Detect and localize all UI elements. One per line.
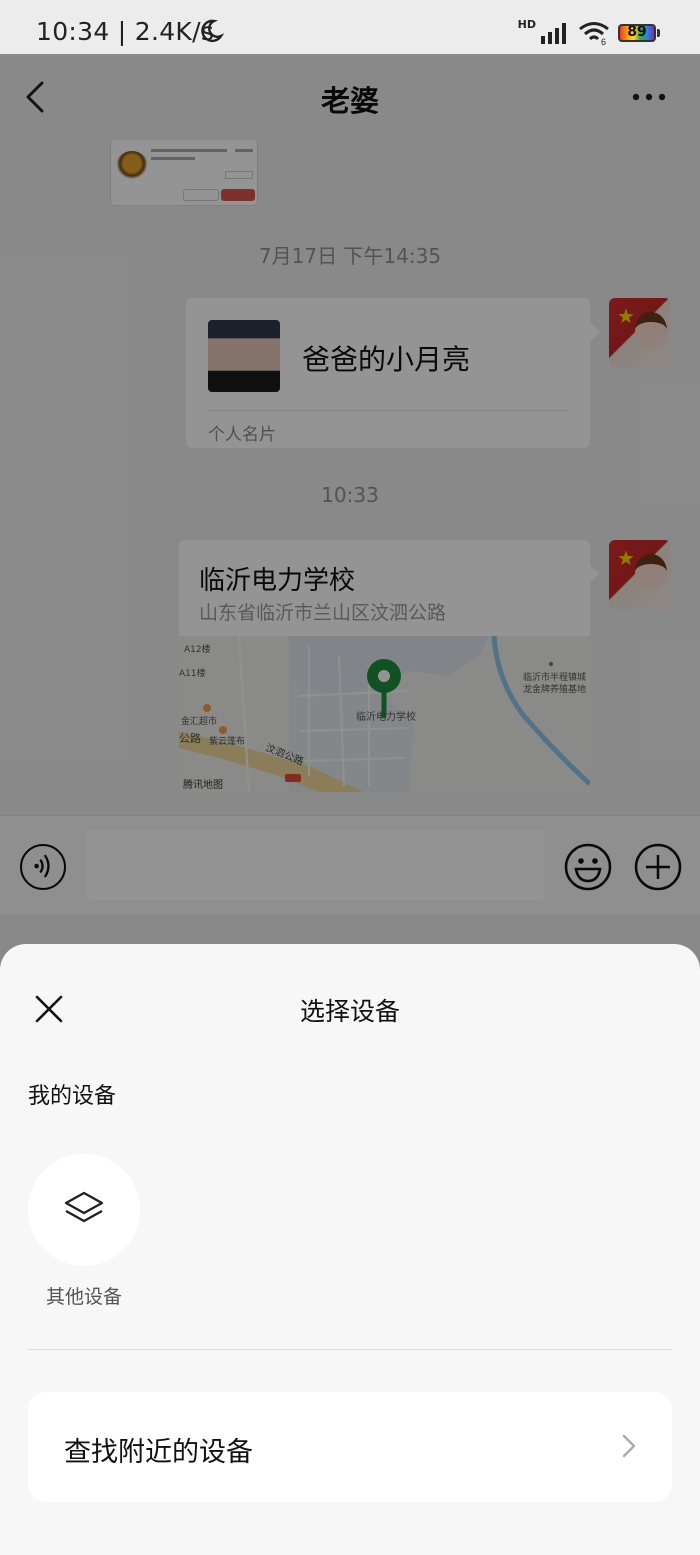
battery-tip: [657, 29, 660, 37]
sheet-title: 选择设备: [299, 997, 400, 1026]
divider: [28, 1349, 672, 1350]
status-time-speed: 10:34 | 2.4K/s: [36, 17, 215, 46]
moon-icon: [201, 19, 224, 43]
network-type: HD: [517, 17, 536, 31]
status-bar: 10:34 | 2.4K/s HD 6 89: [0, 0, 700, 54]
layers-icon: [64, 1191, 104, 1223]
chevron-right-icon: [622, 1434, 636, 1458]
battery-level: 89: [627, 24, 647, 40]
battery-icon: 89: [618, 24, 656, 42]
other-device-label: 其他设备: [45, 1286, 122, 1308]
my-devices-label: 我的设备: [28, 1084, 117, 1109]
device-picker-sheet: 选择设备 我的设备 其他设备 查找附近的设备: [0, 944, 700, 1555]
other-device-button[interactable]: [28, 1154, 140, 1266]
find-nearby-devices-row[interactable]: 查找附近的设备: [28, 1392, 672, 1502]
find-nearby-label: 查找附近的设备: [64, 1437, 253, 1468]
wifi-icon: 6: [579, 22, 609, 45]
signal-icon: [541, 23, 566, 44]
wifi-badge: 6: [601, 37, 606, 45]
